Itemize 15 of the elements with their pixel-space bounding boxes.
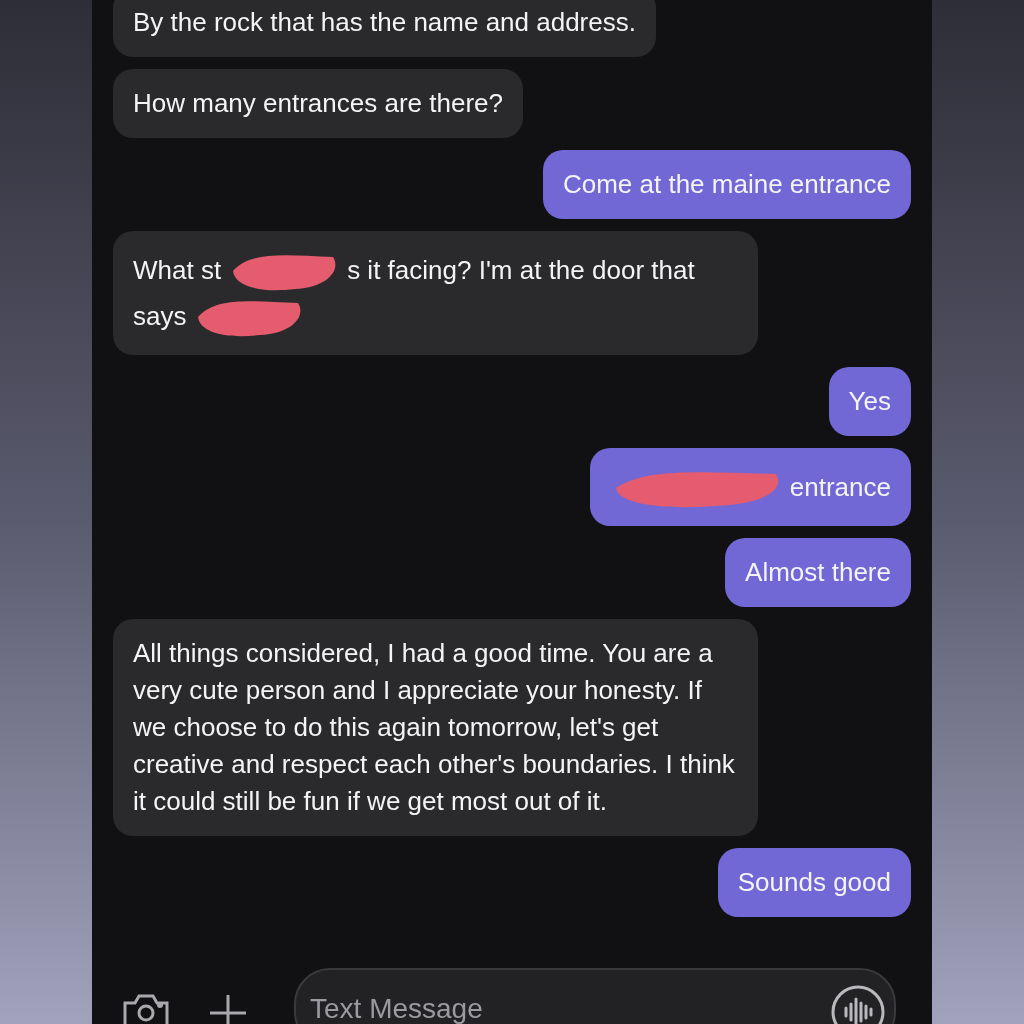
message-text: s it facing? I'm at the door that [347,253,695,287]
received-message-bubble: How many entrances are there? [113,69,523,138]
voice-icon[interactable] [830,984,886,1024]
message-text: What st [133,253,222,287]
sent-message-bubble: Almost there [725,538,911,607]
plus-icon[interactable] [208,993,248,1024]
sent-message-bubble: Sounds good [717,848,911,917]
message-text: entrance [789,470,891,504]
sent-message-bubble: Come at the maine entrance [542,150,911,219]
message-field[interactable]: Text Message [294,968,896,1024]
text-input[interactable]: Text Message [310,988,830,1024]
received-message-bubble: By the rock that has the name and address. [113,0,656,57]
sent-message-bubble: Yes [828,367,911,436]
message-text: says [133,299,187,333]
received-message-bubble: All things considered, I had a good time. You are a very cute person and I appreciate your honesty. If we choose to do this again tomorrow, let's get creative and respect each other's boundaries. I think it could still be fun if we get most out of it. [113,619,758,836]
